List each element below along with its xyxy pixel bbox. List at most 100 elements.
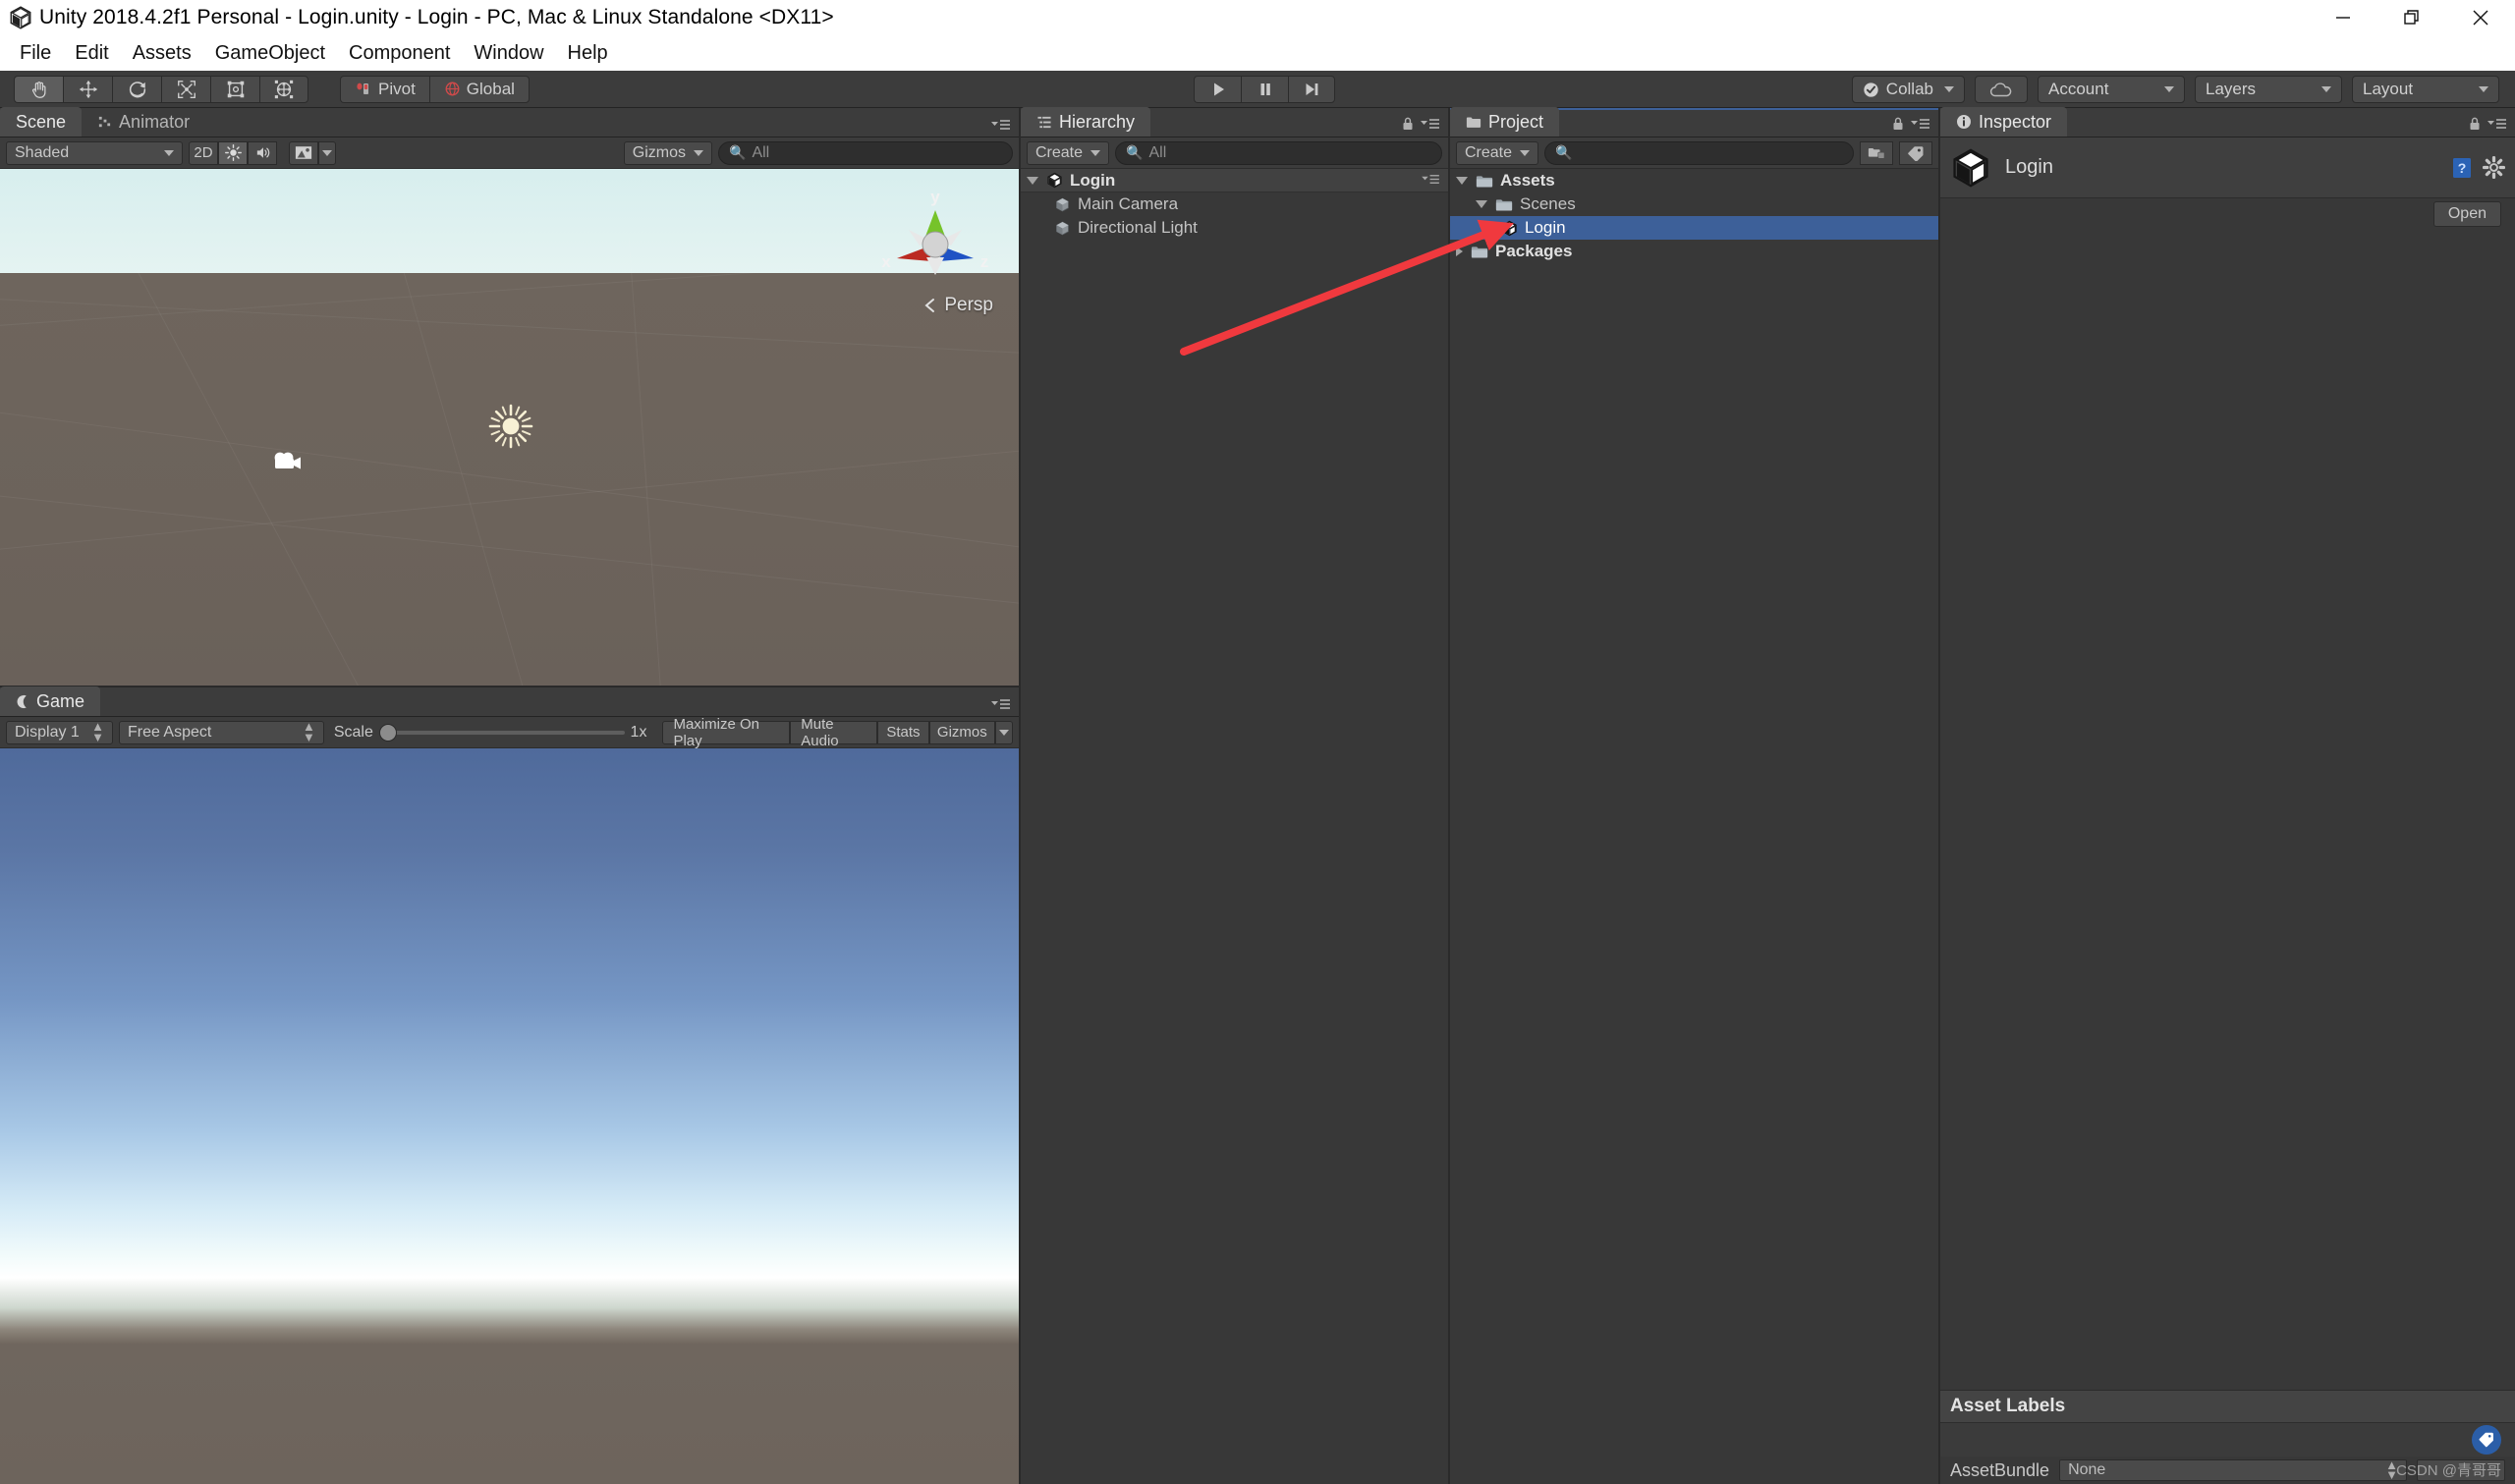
pause-button[interactable]	[1241, 76, 1288, 103]
game-viewport[interactable]	[0, 748, 1019, 1484]
game-gizmos-toggle[interactable]: Gizmos	[928, 720, 996, 744]
hierarchy-item-directional-light[interactable]: Directional Light	[1021, 216, 1448, 240]
effects-dropdown[interactable]	[318, 140, 336, 165]
gear-icon[interactable]	[2483, 156, 2505, 179]
game-gizmos-dropdown[interactable]	[995, 720, 1014, 744]
toggle-lighting[interactable]	[218, 140, 248, 165]
window-controls	[2309, 0, 2515, 35]
collab-button[interactable]: Collab	[1851, 76, 1965, 103]
expand-arrow-icon[interactable]	[1456, 247, 1463, 256]
scene-gizmos-dropdown[interactable]: Gizmos	[623, 140, 712, 165]
minimize-button[interactable]	[2309, 0, 2377, 35]
perspective-toggle[interactable]: Persp	[923, 295, 993, 316]
toggle-audio[interactable]	[248, 140, 277, 165]
directional-light-gizmo[interactable]	[487, 403, 534, 455]
toolbar-right-group: Collab Account Layers Layout	[1851, 76, 2499, 103]
expand-arrow-icon[interactable]	[1027, 176, 1038, 185]
restore-button[interactable]	[2377, 0, 2446, 35]
account-button[interactable]: Account	[2038, 76, 2185, 103]
maximize-on-play-toggle[interactable]: Maximize On Play	[662, 716, 791, 749]
project-tree[interactable]: Assets Scenes Login Packages	[1450, 169, 1938, 1484]
cloud-button[interactable]	[1975, 76, 2028, 103]
draw-mode-dropdown[interactable]: Shaded	[6, 140, 183, 165]
toggle-2d[interactable]: 2D	[189, 140, 218, 165]
inspector-tab-label: Inspector	[1979, 111, 2052, 132]
scene-axis-gizmo[interactable]: y x z	[871, 181, 999, 308]
project-item-assets[interactable]: Assets	[1450, 169, 1938, 192]
global-toggle[interactable]: Global	[428, 75, 530, 103]
add-label-button[interactable]	[2472, 1425, 2501, 1455]
scene-viewport[interactable]: y x z Persp	[0, 169, 1019, 687]
project-tab-label: Project	[1488, 111, 1544, 132]
project-create-dropdown[interactable]: Create	[1456, 140, 1539, 165]
transform-tool-button[interactable]	[259, 75, 308, 103]
asset-labels-zone[interactable]	[1940, 1423, 2515, 1457]
open-button[interactable]: Open	[2432, 201, 2501, 227]
lock-icon[interactable]	[1891, 116, 1905, 132]
scene-search-input[interactable]: 🔍 All	[718, 140, 1013, 165]
hierarchy-search-input[interactable]: 🔍 All	[1115, 140, 1442, 165]
hierarchy-item-login-scene[interactable]: Login	[1021, 169, 1448, 192]
tab-project[interactable]: Project	[1450, 107, 1560, 137]
pivot-toggle[interactable]: Pivot	[340, 75, 429, 103]
scene-panel-menu[interactable]	[991, 118, 1011, 132]
display-dropdown[interactable]: Display 1 ▲ ▼	[6, 720, 113, 744]
title-bar: Unity 2018.4.2f1 Personal - Login.unity …	[0, 0, 2515, 35]
lock-icon[interactable]	[2468, 116, 2482, 132]
help-icon[interactable]: ?	[2451, 156, 2473, 180]
project-item-scenes[interactable]: Scenes	[1450, 192, 1938, 216]
scale-slider[interactable]	[378, 723, 625, 742]
panel-menu-icon[interactable]	[1421, 117, 1440, 131]
hierarchy-tree[interactable]: Login Main Camera Directional Light	[1021, 169, 1448, 1484]
scene-context-menu[interactable]	[1422, 171, 1440, 191]
play-button[interactable]	[1194, 76, 1241, 103]
rect-tool-button[interactable]	[210, 75, 259, 103]
tab-hierarchy[interactable]: Hierarchy	[1021, 107, 1151, 137]
hierarchy-item-main-camera[interactable]: Main Camera	[1021, 192, 1448, 216]
layers-button[interactable]: Layers	[2195, 76, 2342, 103]
menu-window[interactable]: Window	[462, 40, 555, 67]
open-label: Open	[2447, 205, 2487, 222]
hierarchy-create-dropdown[interactable]: Create	[1027, 140, 1110, 165]
project-item-packages[interactable]: Packages	[1450, 240, 1938, 263]
menu-file[interactable]: File	[8, 40, 63, 67]
expand-arrow-icon[interactable]	[1476, 200, 1487, 208]
project-search-input[interactable]: 🔍	[1544, 140, 1854, 165]
menu-assets[interactable]: Assets	[121, 40, 203, 67]
inspector-header-actions: ?	[2451, 156, 2505, 180]
main-camera-gizmo[interactable]	[271, 450, 305, 480]
move-tool-button[interactable]	[63, 75, 112, 103]
filter-by-label-button[interactable]	[1899, 140, 1932, 165]
tab-animator[interactable]: Animator	[82, 107, 205, 137]
stats-toggle[interactable]: Stats	[877, 720, 929, 744]
rotate-tool-button[interactable]	[112, 75, 161, 103]
menu-help[interactable]: Help	[556, 40, 620, 67]
chevron-down-icon	[1520, 149, 1531, 156]
menu-edit[interactable]: Edit	[63, 40, 120, 67]
tab-inspector[interactable]: Inspector	[1940, 107, 2068, 137]
panel-menu-icon[interactable]	[1911, 117, 1930, 131]
toggle-effects[interactable]	[289, 140, 318, 165]
layout-button[interactable]: Layout	[2352, 76, 2499, 103]
hand-tool-button[interactable]	[14, 75, 63, 103]
rect-icon	[227, 81, 244, 97]
lock-icon[interactable]	[1401, 116, 1415, 132]
aspect-label: Free Aspect	[127, 723, 212, 741]
filter-by-type-button[interactable]	[1860, 140, 1893, 165]
assetbundle-dropdown[interactable]: None ▲ ▼	[2059, 1458, 2407, 1481]
scale-knob[interactable]	[378, 723, 397, 742]
step-button[interactable]	[1288, 76, 1335, 103]
menu-component[interactable]: Component	[337, 40, 462, 67]
panel-menu-icon[interactable]	[2487, 117, 2507, 131]
close-button[interactable]	[2446, 0, 2515, 35]
tab-scene[interactable]: Scene	[0, 107, 83, 137]
project-item-login[interactable]: Login	[1450, 216, 1938, 240]
menu-gameobject[interactable]: GameObject	[203, 40, 337, 67]
mute-audio-toggle[interactable]: Mute Audio	[790, 716, 878, 749]
aspect-dropdown[interactable]: Free Aspect ▲ ▼	[118, 720, 324, 744]
scale-tool-button[interactable]	[161, 75, 210, 103]
game-panel-menu[interactable]	[991, 697, 1011, 711]
expand-arrow-icon[interactable]	[1456, 177, 1468, 185]
tab-game[interactable]: Game	[0, 687, 101, 716]
pivot-controls: Pivot Global	[340, 75, 530, 103]
